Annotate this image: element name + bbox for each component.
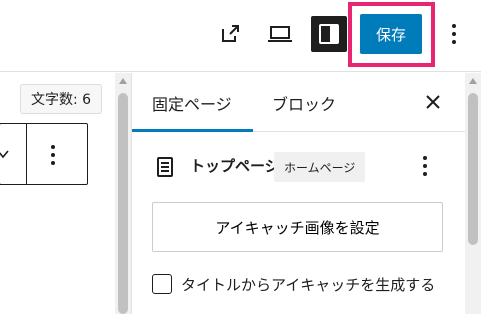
scrollbar-thumb[interactable]: [118, 93, 128, 314]
block-toolbar: [0, 123, 88, 185]
preview-button[interactable]: [262, 16, 298, 52]
sidebar-scrollbar[interactable]: [465, 73, 481, 314]
page-title: トップページ: [190, 157, 280, 175]
close-sidebar-button[interactable]: [422, 91, 444, 113]
scrollbar-thumb[interactable]: [468, 93, 478, 245]
generate-featured-image-option[interactable]: タイトルからアイキャッチを生成する: [152, 272, 435, 296]
sidebar-tabs: 固定ページ ブロック: [132, 73, 465, 132]
block-options-icon[interactable]: [50, 144, 56, 170]
sidebar-toggle-icon: [319, 24, 339, 44]
homepage-badge: ホームページ: [274, 152, 366, 182]
tab-block[interactable]: ブロック: [272, 73, 336, 132]
settings-toggle-button[interactable]: [311, 16, 347, 52]
set-featured-image-button[interactable]: アイキャッチ画像を設定: [152, 202, 443, 252]
options-button[interactable]: [436, 16, 472, 52]
page-actions-icon[interactable]: [422, 155, 428, 181]
close-icon: [426, 95, 440, 109]
chevron-down-icon[interactable]: [0, 146, 10, 165]
generate-checkbox-label[interactable]: タイトルからアイキャッチを生成する: [181, 274, 435, 295]
tab-page[interactable]: 固定ページ: [152, 73, 232, 132]
settings-sidebar: 固定ページ ブロック トップページ ホームページ アイキャッチ画像を設定 タイト…: [132, 73, 465, 314]
top-toolbar: 保存: [0, 0, 481, 72]
word-count-badge: 文字数: 6: [20, 84, 103, 114]
editor-canvas: 文字数: 6: [0, 73, 131, 314]
scroll-up-icon[interactable]: [469, 78, 477, 84]
toolbar-divider: [26, 124, 27, 184]
save-button[interactable]: 保存: [360, 14, 422, 54]
page-icon: [156, 157, 174, 181]
view-page-button[interactable]: [212, 16, 248, 52]
scroll-up-icon[interactable]: [119, 78, 127, 84]
more-vertical-icon: [452, 24, 456, 44]
external-link-icon: [222, 25, 239, 42]
editor-scrollbar[interactable]: [115, 73, 131, 314]
active-tab-indicator: [132, 129, 253, 132]
desktop-icon: [268, 26, 292, 42]
generate-checkbox[interactable]: [152, 274, 172, 294]
page-summary-row: トップページ ホームページ: [132, 133, 465, 201]
